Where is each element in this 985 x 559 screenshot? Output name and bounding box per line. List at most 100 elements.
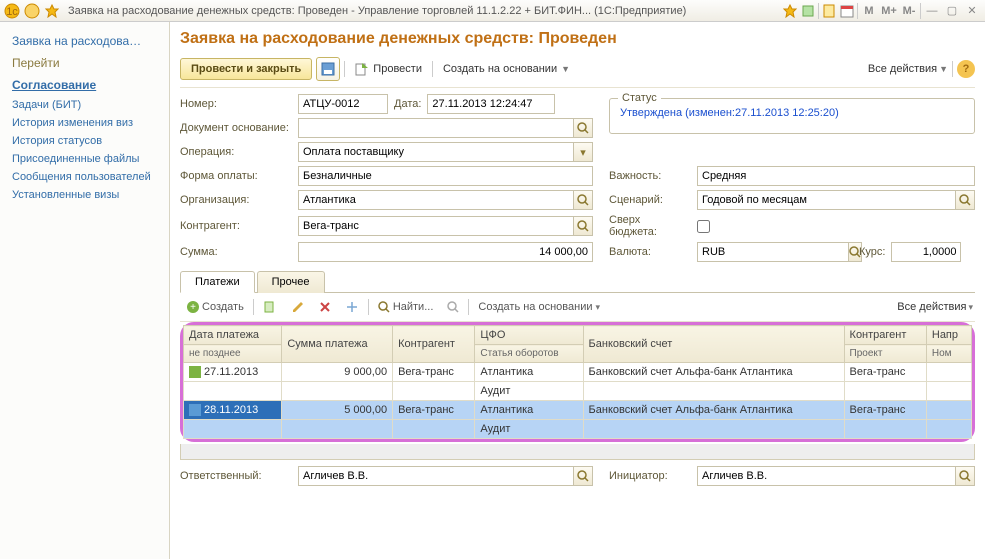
grid-move-icon[interactable] [340, 297, 364, 317]
org-field[interactable] [298, 190, 573, 210]
payments-grid-highlight: Дата платежа Сумма платежа Контрагент ЦФ… [180, 322, 975, 442]
m-button[interactable]: M [860, 3, 878, 19]
scenario-label: Сценарий: [609, 194, 691, 206]
col-contractor2[interactable]: Контрагент [844, 326, 926, 345]
overbudget-label: Сверх бюджета: [609, 214, 691, 238]
initiator-field[interactable] [697, 466, 955, 486]
sidebar-link-attachments[interactable]: Присоединенные файлы [12, 150, 169, 168]
org-label: Организация: [180, 194, 292, 206]
responsible-lookup-icon[interactable] [573, 466, 593, 486]
post-and-close-button[interactable]: Провести и закрыть [180, 58, 312, 80]
star-icon[interactable] [44, 3, 60, 19]
all-actions-button[interactable]: Все действия ▼ [868, 63, 948, 75]
org-lookup-icon[interactable] [573, 190, 593, 210]
close-button[interactable]: ✕ [963, 3, 981, 19]
post-button[interactable]: Провести [349, 58, 428, 80]
main-toolbar: Провести и закрыть Провести Создать на о… [180, 54, 975, 88]
app-logo-icon: 1c [4, 3, 20, 19]
table-row-sub[interactable]: Аудит [184, 420, 972, 439]
contractor-lookup-icon[interactable] [573, 216, 593, 236]
history-icon[interactable] [800, 3, 816, 19]
col-dir-sub[interactable]: Ном [926, 345, 971, 363]
contractor-field[interactable] [298, 216, 573, 236]
rate-label: Курс: [859, 246, 885, 258]
calendar-icon[interactable] [839, 3, 855, 19]
main-panel: Заявка на расходование денежных средств:… [170, 22, 985, 559]
tab-other[interactable]: Прочее [257, 271, 325, 293]
grid-find-button[interactable]: Найти... [373, 298, 439, 316]
col-sum[interactable]: Сумма платежа [282, 326, 393, 363]
rate-field[interactable] [891, 242, 961, 262]
svg-text:1c: 1c [6, 6, 18, 18]
save-button[interactable] [316, 57, 340, 81]
operation-label: Операция: [180, 146, 292, 158]
create-based-button[interactable]: Создать на основании ▼ [437, 59, 576, 79]
scenario-field[interactable] [697, 190, 955, 210]
basis-field[interactable] [298, 118, 573, 138]
col-cfo-sub[interactable]: Статья оборотов [475, 345, 583, 363]
grid-create-button[interactable]: +Создать [182, 298, 249, 316]
tabs: Платежи Прочее [180, 270, 975, 293]
create-based-label: Создать на основании [443, 63, 557, 75]
grid-delete-icon[interactable] [314, 298, 336, 316]
sidebar-link-messages[interactable]: Сообщения пользователей [12, 168, 169, 186]
col-date-sub[interactable]: не позднее [184, 345, 282, 363]
col-bank[interactable]: Банковский счет [583, 326, 844, 363]
m-plus-button[interactable]: M+ [880, 3, 898, 19]
grid-clear-find-icon[interactable] [442, 298, 464, 316]
col-dir[interactable]: Напр [926, 326, 971, 345]
date-field[interactable] [427, 94, 555, 114]
initiator-label: Инициатор: [609, 470, 691, 482]
col-contractor[interactable]: Контрагент [393, 326, 475, 363]
importance-field[interactable] [697, 166, 975, 186]
minimize-button[interactable]: — [923, 3, 941, 19]
status-link[interactable]: Утверждена (изменен:27.11.2013 12:25:20) [620, 107, 839, 119]
calc-icon[interactable] [821, 3, 837, 19]
grid-all-actions-button[interactable]: Все действия ▾ [897, 301, 973, 313]
maximize-button[interactable]: ▢ [943, 3, 961, 19]
basis-lookup-icon[interactable] [573, 118, 593, 138]
help-icon[interactable]: ? [957, 60, 975, 78]
smile-icon[interactable] [24, 3, 40, 19]
sum-field[interactable] [298, 242, 593, 262]
row-status-icon [189, 366, 201, 378]
sidebar-link-tasks[interactable]: Задачи (БИТ) [12, 96, 169, 114]
number-field[interactable] [298, 94, 388, 114]
fav-icon[interactable] [782, 3, 798, 19]
grid-toolbar: +Создать Найти... Создать на основании ▾… [180, 293, 975, 322]
sidebar-link-status-history[interactable]: История статусов [12, 132, 169, 150]
col-cfo[interactable]: ЦФО [475, 326, 583, 345]
payform-field[interactable] [298, 166, 593, 186]
scenario-lookup-icon[interactable] [955, 190, 975, 210]
date-label: Дата: [394, 98, 421, 110]
sidebar-title[interactable]: Заявка на расходова… [12, 30, 169, 52]
grid-edit-icon[interactable] [286, 297, 310, 317]
grid-scrollbar[interactable] [180, 444, 975, 460]
currency-field[interactable] [697, 242, 848, 262]
col-contractor2-sub[interactable]: Проект [844, 345, 926, 363]
tab-payments[interactable]: Платежи [180, 271, 255, 293]
sidebar-link-visa-history[interactable]: История изменения виз [12, 114, 169, 132]
m-minus-button[interactable]: M- [900, 3, 918, 19]
row-status-icon [189, 404, 201, 416]
overbudget-checkbox[interactable] [697, 220, 710, 233]
status-legend: Статус [618, 92, 661, 104]
table-row[interactable]: 28.11.20135 000,00Вега-трансАтлантикаБан… [184, 401, 972, 420]
sidebar-link-visas[interactable]: Установленные визы [12, 186, 169, 204]
initiator-lookup-icon[interactable] [955, 466, 975, 486]
importance-label: Важность: [609, 170, 691, 182]
table-row[interactable]: 27.11.20139 000,00Вега-трансАтлантикаБан… [184, 363, 972, 382]
col-date[interactable]: Дата платежа [184, 326, 282, 345]
payments-grid[interactable]: Дата платежа Сумма платежа Контрагент ЦФ… [183, 325, 972, 439]
contractor-label: Контрагент: [180, 220, 292, 232]
responsible-field[interactable] [298, 466, 573, 486]
grid-create-based-button[interactable]: Создать на основании ▾ [473, 298, 605, 316]
operation-field[interactable] [298, 142, 573, 162]
sidebar-section-goto[interactable]: Перейти [12, 52, 169, 74]
operation-dropdown-icon[interactable]: ▾ [573, 142, 593, 162]
sidebar-section-approval[interactable]: Согласование [12, 74, 169, 96]
page-title: Заявка на расходование денежных средств:… [180, 30, 975, 48]
grid-copy-icon[interactable] [258, 297, 282, 317]
table-row-sub[interactable]: Аудит [184, 382, 972, 401]
responsible-label: Ответственный: [180, 470, 292, 482]
